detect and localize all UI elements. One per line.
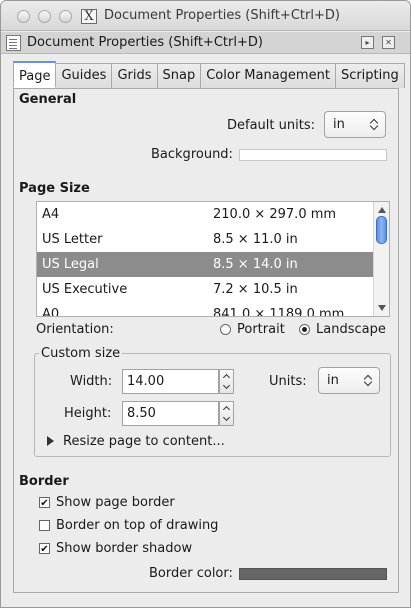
units-value: in — [327, 373, 339, 388]
tab-grids[interactable]: Grids — [111, 63, 158, 88]
window-title: Document Properties (Shift+Ctrl+D) — [104, 8, 340, 23]
list-item-selected[interactable]: US Legal 8.5 × 14.0 in — [37, 252, 373, 277]
show-border-shadow-label[interactable]: Show border shadow — [56, 541, 192, 556]
page-size-scrollbar[interactable] — [373, 202, 389, 316]
default-units-label: Default units: — [227, 118, 315, 133]
units-select[interactable]: in — [318, 367, 380, 394]
document-icon — [6, 35, 21, 51]
chevron-updown-icon — [363, 373, 373, 387]
width-label: Width: — [70, 374, 113, 389]
dock-header: Document Properties (Shift+Ctrl+D) ▸ ✕ — [1, 32, 410, 54]
tab-guides[interactable]: Guides — [55, 63, 113, 88]
tab-page[interactable]: Page — [13, 61, 57, 88]
height-label: Height: — [64, 406, 112, 421]
background-label: Background: — [151, 147, 233, 162]
list-item[interactable]: A4 210.0 × 297.0 mm — [37, 202, 373, 227]
border-color-label: Border color: — [149, 566, 233, 581]
width-input[interactable]: 14.00 — [122, 369, 234, 394]
border-on-top-label[interactable]: Border on top of drawing — [56, 518, 218, 533]
list-item-name: A4 — [42, 207, 60, 222]
list-item-name: US Executive — [42, 282, 128, 297]
border-color-swatch[interactable] — [239, 568, 387, 580]
scroll-up-arrow-icon[interactable] — [378, 207, 386, 213]
list-item-size: 8.5 × 14.0 in — [213, 257, 298, 272]
portrait-label[interactable]: Portrait — [237, 322, 285, 337]
chevron-updown-icon — [369, 117, 379, 131]
show-page-border-checkbox[interactable] — [39, 497, 50, 508]
tab-snap[interactable]: Snap — [156, 63, 202, 88]
list-item[interactable]: US Letter 8.5 × 11.0 in — [37, 227, 373, 252]
list-item-name: US Legal — [42, 257, 99, 272]
tab-color-management[interactable]: Color Management — [200, 63, 336, 88]
list-item-name: A0 — [42, 307, 60, 317]
resize-to-content-expander[interactable]: Resize page to content... — [63, 434, 225, 449]
general-heading: General — [19, 92, 77, 107]
show-page-border-label[interactable]: Show page border — [56, 495, 175, 510]
tab-scripting[interactable]: Scripting — [334, 63, 405, 88]
window-titlebar[interactable]: X Document Properties (Shift+Ctrl+D) — [1, 1, 410, 31]
close-window-button[interactable] — [17, 10, 30, 23]
units-label: Units: — [269, 374, 307, 389]
default-units-select[interactable]: in — [324, 111, 386, 138]
scrollbar-thumb[interactable] — [376, 216, 387, 244]
portrait-radio[interactable] — [220, 324, 231, 335]
tab-bar: Page Guides Grids Snap Color Management … — [13, 61, 405, 88]
list-item-size: 8.5 × 11.0 in — [213, 232, 298, 247]
background-color-swatch[interactable] — [239, 149, 387, 161]
height-input[interactable]: 8.50 — [122, 401, 234, 426]
custom-size-title: Custom size — [39, 346, 123, 361]
maximize-window-button[interactable] — [59, 10, 72, 23]
list-item-name: US Letter — [42, 232, 103, 247]
minimize-window-button[interactable] — [38, 10, 51, 23]
list-item-size: 841.0 × 1189.0 mm — [213, 307, 345, 317]
landscape-radio[interactable] — [299, 324, 310, 335]
border-heading: Border — [19, 474, 69, 489]
expander-arrow-icon[interactable] — [47, 436, 54, 446]
orientation-label: Orientation: — [36, 322, 114, 337]
height-stepper[interactable] — [219, 401, 234, 426]
list-item-size: 210.0 × 297.0 mm — [213, 207, 337, 222]
show-border-shadow-checkbox[interactable] — [39, 543, 50, 554]
dock-title: Document Properties (Shift+Ctrl+D) — [27, 35, 263, 50]
page-size-list[interactable]: A4 210.0 × 297.0 mm US Letter 8.5 × 11.0… — [36, 201, 390, 317]
x11-app-icon: X — [81, 9, 97, 24]
float-dock-button[interactable]: ▸ — [361, 36, 374, 49]
page-size-heading: Page Size — [19, 181, 90, 196]
landscape-label[interactable]: Landscape — [316, 322, 386, 337]
close-dock-button[interactable]: ✕ — [382, 36, 395, 49]
scroll-down-arrow-icon[interactable] — [378, 305, 386, 311]
width-value: 14.00 — [127, 374, 165, 389]
document-properties-window: X Document Properties (Shift+Ctrl+D) Doc… — [0, 0, 411, 608]
width-stepper[interactable] — [219, 369, 234, 394]
default-units-value: in — [333, 117, 345, 132]
list-item[interactable]: A0 841.0 × 1189.0 mm — [37, 302, 373, 317]
list-item[interactable]: US Executive 7.2 × 10.5 in — [37, 277, 373, 302]
height-value: 8.50 — [127, 406, 156, 421]
list-item-size: 7.2 × 10.5 in — [213, 282, 298, 297]
border-on-top-checkbox[interactable] — [39, 520, 50, 531]
